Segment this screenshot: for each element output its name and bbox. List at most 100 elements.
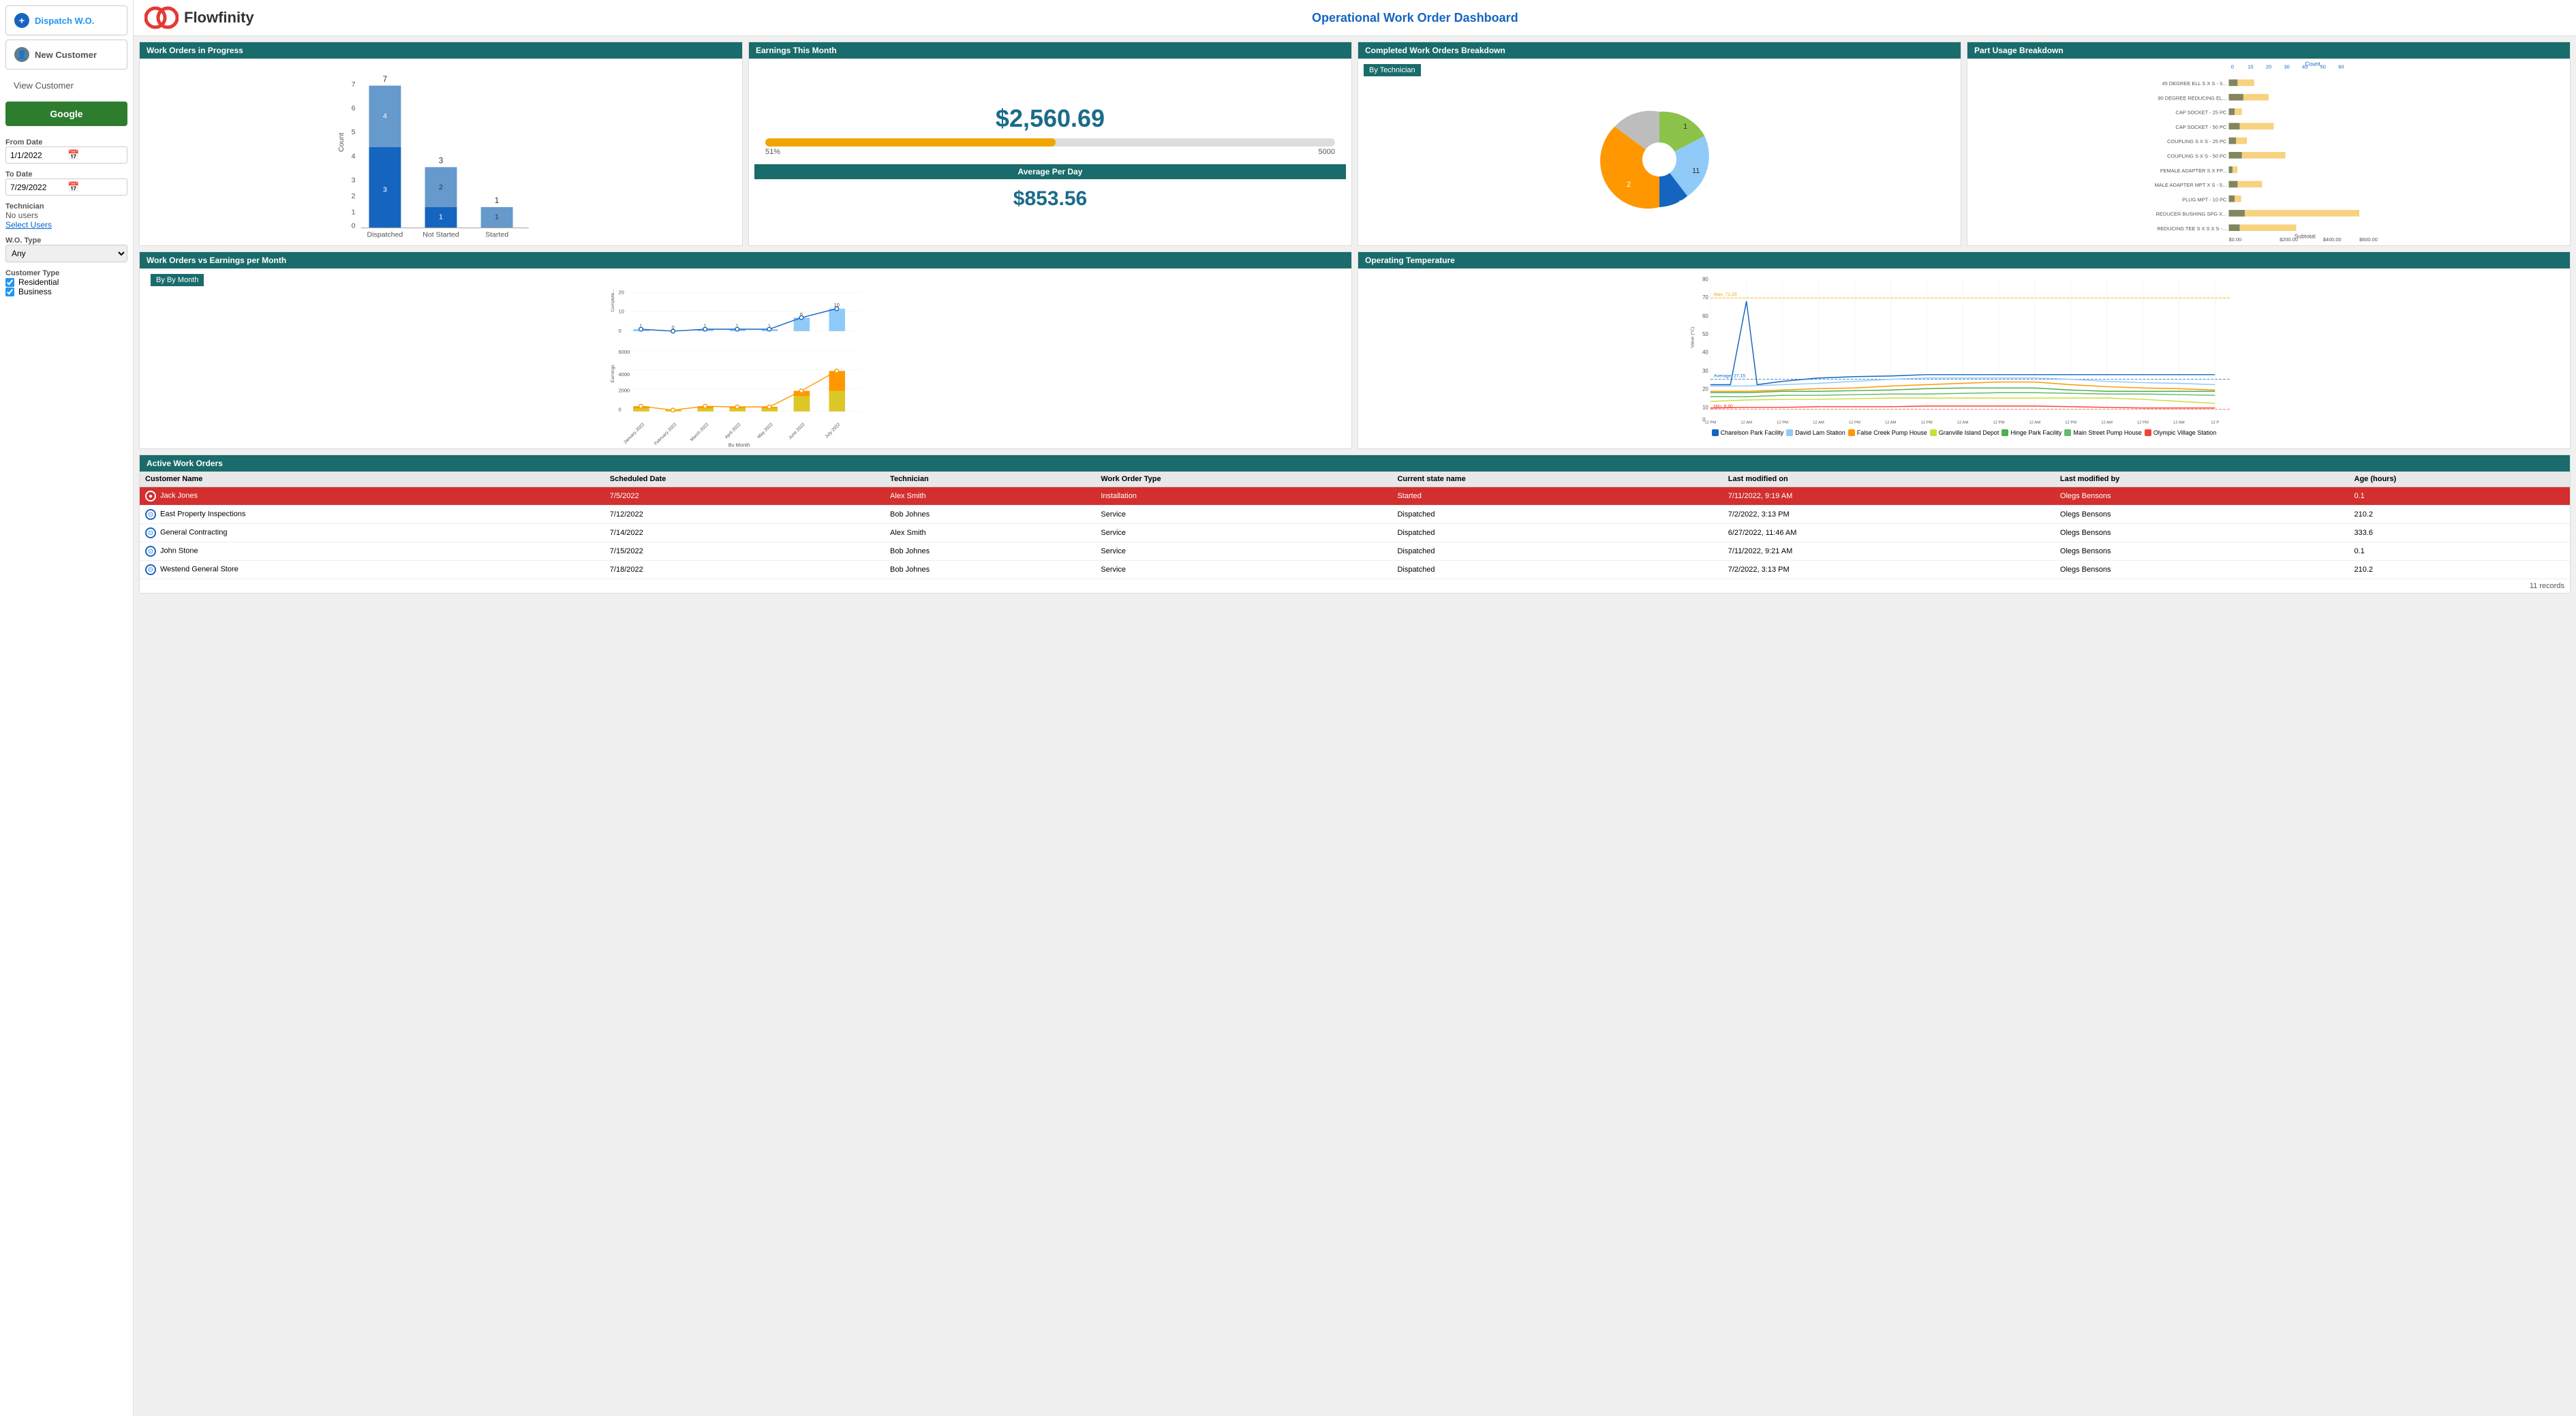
operating-temp-header: Operating Temperature (1358, 252, 2570, 268)
svg-text:COUPLING S X S - 50 PC: COUPLING S X S - 50 PC (2167, 153, 2227, 159)
work-orders-header: Work Orders in Progress (140, 42, 742, 59)
legend-dot-david (1786, 429, 1793, 436)
earnings-bar-labels: 51% 5000 (765, 148, 1335, 156)
legend-granville: Granville Island Depot (1930, 429, 1999, 436)
legend-charelson: Charelson Park Facility (1712, 429, 1784, 436)
avg-amount: $853.56 (754, 187, 1346, 211)
select-users-link[interactable]: Select Users (5, 220, 127, 230)
residential-checkbox[interactable] (5, 278, 14, 287)
legend-label-hinge: Hinge Park Facility (2010, 429, 2061, 436)
calendar-icon-from[interactable]: 📅 (67, 149, 79, 161)
table-row[interactable]: ⊙John Stone7/15/2022Bob JohnesServiceDis… (140, 542, 2570, 561)
svg-text:$0.00: $0.00 (2228, 236, 2241, 243)
part-usage-body: 0 10 20 30 40 50 60 Count 45 DEGREE ELL … (1967, 59, 2570, 245)
svg-text:12 AM: 12 AM (1957, 420, 1969, 425)
residential-checkbox-row: Residential (5, 277, 127, 287)
operating-temp-body: 80 70 60 50 40 30 20 10 0 Value (°C) Max (1358, 268, 2570, 448)
dashboard-title: Operational Work Order Dashboard (265, 11, 2565, 25)
active-work-orders-table: Customer Name Scheduled Date Technician … (140, 472, 2570, 579)
view-customer-button[interactable]: View Customer (5, 74, 127, 97)
svg-text:July 2022: July 2022 (825, 422, 842, 439)
svg-text:10: 10 (2248, 64, 2253, 70)
logo-icon (144, 5, 179, 30)
svg-text:2: 2 (1627, 181, 1631, 189)
legend-label-david: David Lam Station (1795, 429, 1845, 436)
svg-text:12 AM: 12 AM (1741, 420, 1752, 425)
svg-text:50: 50 (1702, 331, 1708, 337)
part-usage-header: Part Usage Breakdown (1967, 42, 2570, 59)
svg-text:4000: 4000 (618, 371, 630, 378)
svg-text:12 PM: 12 PM (1777, 420, 1788, 425)
legend-david: David Lam Station (1786, 429, 1845, 436)
svg-text:2: 2 (439, 183, 443, 191)
svg-text:Complete...: Complete... (611, 289, 615, 312)
svg-text:PLUG MPT - 10 PC: PLUG MPT - 10 PC (2182, 196, 2227, 202)
svg-text:7: 7 (383, 75, 388, 84)
col-tech: Technician (885, 472, 1095, 487)
svg-text:Subtotal: Subtotal (2295, 233, 2316, 240)
svg-text:3: 3 (439, 156, 444, 165)
records-count: 11 records (140, 579, 2570, 593)
from-date-input[interactable]: 📅 (5, 147, 127, 164)
to-date-label: To Date (5, 170, 127, 179)
by-technician-link[interactable]: By Technician (1364, 64, 1421, 76)
wo-type-label: W.O. Type (5, 236, 127, 245)
legend-false-creek: False Creek Pump House (1848, 429, 1927, 436)
table-row[interactable]: ⊙East Property Inspections7/12/2022Bob J… (140, 506, 2570, 524)
svg-text:March 2022: March 2022 (690, 422, 710, 442)
earnings-bar-bg (765, 138, 1335, 147)
completed-card: Completed Work Orders Breakdown By Techn… (1358, 42, 1961, 246)
legend-dot-main-street (2064, 429, 2071, 436)
svg-text:Dispatched: Dispatched (367, 230, 403, 238)
col-date: Scheduled Date (604, 472, 885, 487)
legend-label-charelson: Charelson Park Facility (1721, 429, 1784, 436)
svg-text:50: 50 (2320, 64, 2326, 70)
svg-text:0: 0 (671, 324, 674, 330)
svg-text:REDUCER BUSHING SPG X...: REDUCER BUSHING SPG X... (2156, 211, 2227, 217)
dispatch-button[interactable]: + Dispatch W.O. (5, 5, 127, 35)
svg-text:1: 1 (1683, 123, 1687, 131)
earnings-amount: $2,560.69 (754, 104, 1346, 133)
earnings-pct: 51% (765, 148, 780, 156)
table-row[interactable]: ⊙Westend General Store7/18/2022Bob Johne… (140, 561, 2570, 579)
new-customer-button[interactable]: 👤 New Customer (5, 40, 127, 70)
by-month-link[interactable]: By By Month (151, 274, 204, 286)
legend-dot-charelson (1712, 429, 1719, 436)
svg-text:20: 20 (618, 289, 624, 295)
svg-text:0: 0 (618, 328, 621, 334)
legend-label-main-street: Main Street Pump House (2073, 429, 2142, 436)
col-modified-by: Last modified by (2055, 472, 2349, 487)
completed-header: Completed Work Orders Breakdown (1358, 42, 1961, 59)
svg-text:40: 40 (1702, 349, 1708, 355)
svg-text:February 2022: February 2022 (654, 422, 677, 446)
active-work-orders-section: Active Work Orders Customer Name Schedul… (139, 455, 2571, 594)
svg-text:20: 20 (2266, 64, 2271, 70)
svg-text:12 AM: 12 AM (2173, 420, 2185, 425)
svg-text:30: 30 (1702, 368, 1708, 374)
col-customer: Customer Name (140, 472, 604, 487)
svg-text:FEMALE ADAPTER S X FP...: FEMALE ADAPTER S X FP... (2160, 168, 2226, 174)
google-button[interactable]: Google (5, 102, 127, 126)
table-row[interactable]: ⊙General Contracting7/14/2022Alex SmithS… (140, 524, 2570, 542)
col-modified: Last modified on (1723, 472, 2055, 487)
svg-text:1: 1 (495, 213, 499, 221)
pie-center (1642, 142, 1676, 176)
svg-text:20: 20 (1702, 386, 1708, 392)
svg-text:Not Started: Not Started (423, 230, 459, 238)
avg-label: Average Per Day (754, 164, 1346, 179)
svg-text:12 AM: 12 AM (2101, 420, 2113, 425)
calendar-icon-to[interactable]: 📅 (67, 181, 79, 193)
row-icon: ⊙ (145, 509, 156, 520)
svg-text:7: 7 (352, 80, 356, 89)
svg-text:0: 0 (352, 221, 356, 230)
to-date-field[interactable] (10, 183, 65, 192)
svg-text:4: 4 (352, 152, 356, 160)
wo-type-select[interactable]: Any (5, 245, 127, 262)
legend-dot-false-creek (1848, 429, 1855, 436)
svg-text:4: 4 (383, 112, 387, 121)
table-row[interactable]: ●Jack Jones7/5/2022Alex SmithInstallatio… (140, 487, 2570, 506)
to-date-input[interactable]: 📅 (5, 179, 127, 196)
from-date-field[interactable] (10, 151, 65, 160)
business-checkbox[interactable] (5, 288, 14, 296)
legend-label-granville: Granville Island Depot (1939, 429, 1999, 436)
